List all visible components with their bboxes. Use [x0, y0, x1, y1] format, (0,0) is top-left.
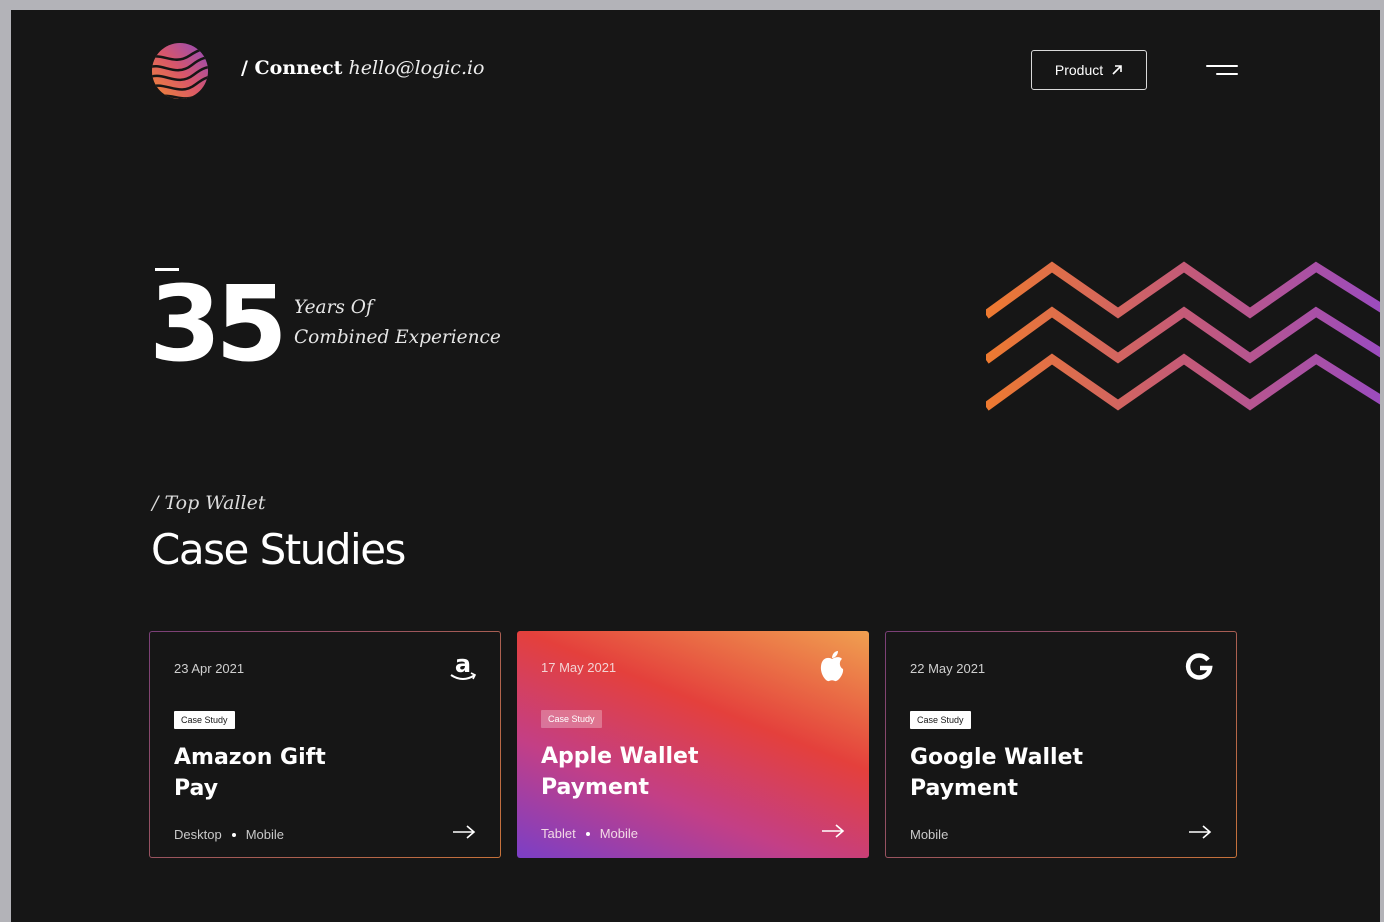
separator-dot — [585, 831, 590, 836]
product-button[interactable]: Product — [1031, 50, 1147, 90]
card-title-line-2: Pay — [174, 776, 219, 801]
email-link[interactable]: hello@logic.io — [348, 57, 484, 79]
card-date: 22 May 2021 — [910, 661, 986, 676]
experience-number: 35 — [149, 263, 288, 385]
card-title-line-1: Amazon Gift — [174, 745, 326, 770]
arrow-right-icon[interactable] — [452, 824, 476, 840]
case-study-badge: Case Study — [910, 711, 971, 729]
apple-icon — [820, 651, 844, 682]
arrow-up-right-icon — [1112, 65, 1122, 75]
card-date: 23 Apr 2021 — [174, 661, 245, 676]
case-study-card-apple[interactable]: 17 May 2021 Case Study Apple Wallet Paym… — [517, 631, 869, 858]
separator-dot — [231, 832, 236, 837]
experience-line-1: Years Of — [294, 297, 373, 318]
amazon-icon: a — [450, 650, 477, 680]
card-date: 17 May 2021 — [541, 660, 617, 675]
card-title: Apple Wallet Payment — [541, 741, 771, 803]
arrow-right-icon[interactable] — [821, 823, 845, 839]
section-title: Case Studies — [151, 525, 406, 574]
case-study-card-google[interactable]: 22 May 2021 Case Study Google Wallet Pay… — [885, 631, 1237, 858]
experience-line-2: Combined Experience — [294, 327, 501, 348]
card-title: Amazon Gift Pay — [174, 742, 404, 804]
logo-icon[interactable] — [151, 42, 209, 100]
case-study-badge: Case Study — [174, 711, 235, 729]
connect-info: / Connect hello@logic.io — [241, 57, 485, 79]
case-study-badge: Case Study — [541, 710, 602, 728]
connect-label: / Connect — [241, 57, 343, 79]
section-eyebrow: / Top Wallet — [152, 492, 266, 514]
hamburger-menu-icon[interactable] — [1206, 62, 1238, 80]
card-platforms: Desktop Mobile — [174, 827, 284, 842]
platform-tag: Mobile — [910, 827, 949, 842]
platform-tag: Mobile — [245, 827, 284, 842]
card-title-line-1: Apple Wallet — [541, 744, 699, 769]
card-platforms: Tablet Mobile — [541, 826, 638, 841]
experience-caption: Years Of Combined Experience — [294, 293, 501, 353]
card-title-line-2: Payment — [541, 775, 650, 800]
platform-tag: Mobile — [599, 826, 638, 841]
product-button-label: Product — [1054, 62, 1104, 78]
platform-tag: Desktop — [174, 827, 222, 842]
zigzag-decoration — [986, 261, 1380, 411]
card-title-line-2: Payment — [910, 776, 1019, 801]
google-icon — [1185, 653, 1213, 680]
case-study-card-amazon[interactable]: 23 Apr 2021 a Case Study Amazon Gift Pay… — [149, 631, 501, 858]
svg-text:a: a — [455, 650, 471, 678]
platform-tag: Tablet — [541, 826, 576, 841]
card-title-line-1: Google Wallet — [910, 745, 1084, 770]
arrow-right-icon[interactable] — [1188, 824, 1212, 840]
card-title: Google Wallet Payment — [910, 742, 1140, 804]
page-frame: / Connect hello@logic.io Product 35 Year… — [11, 10, 1380, 922]
card-platforms: Mobile — [910, 827, 948, 842]
